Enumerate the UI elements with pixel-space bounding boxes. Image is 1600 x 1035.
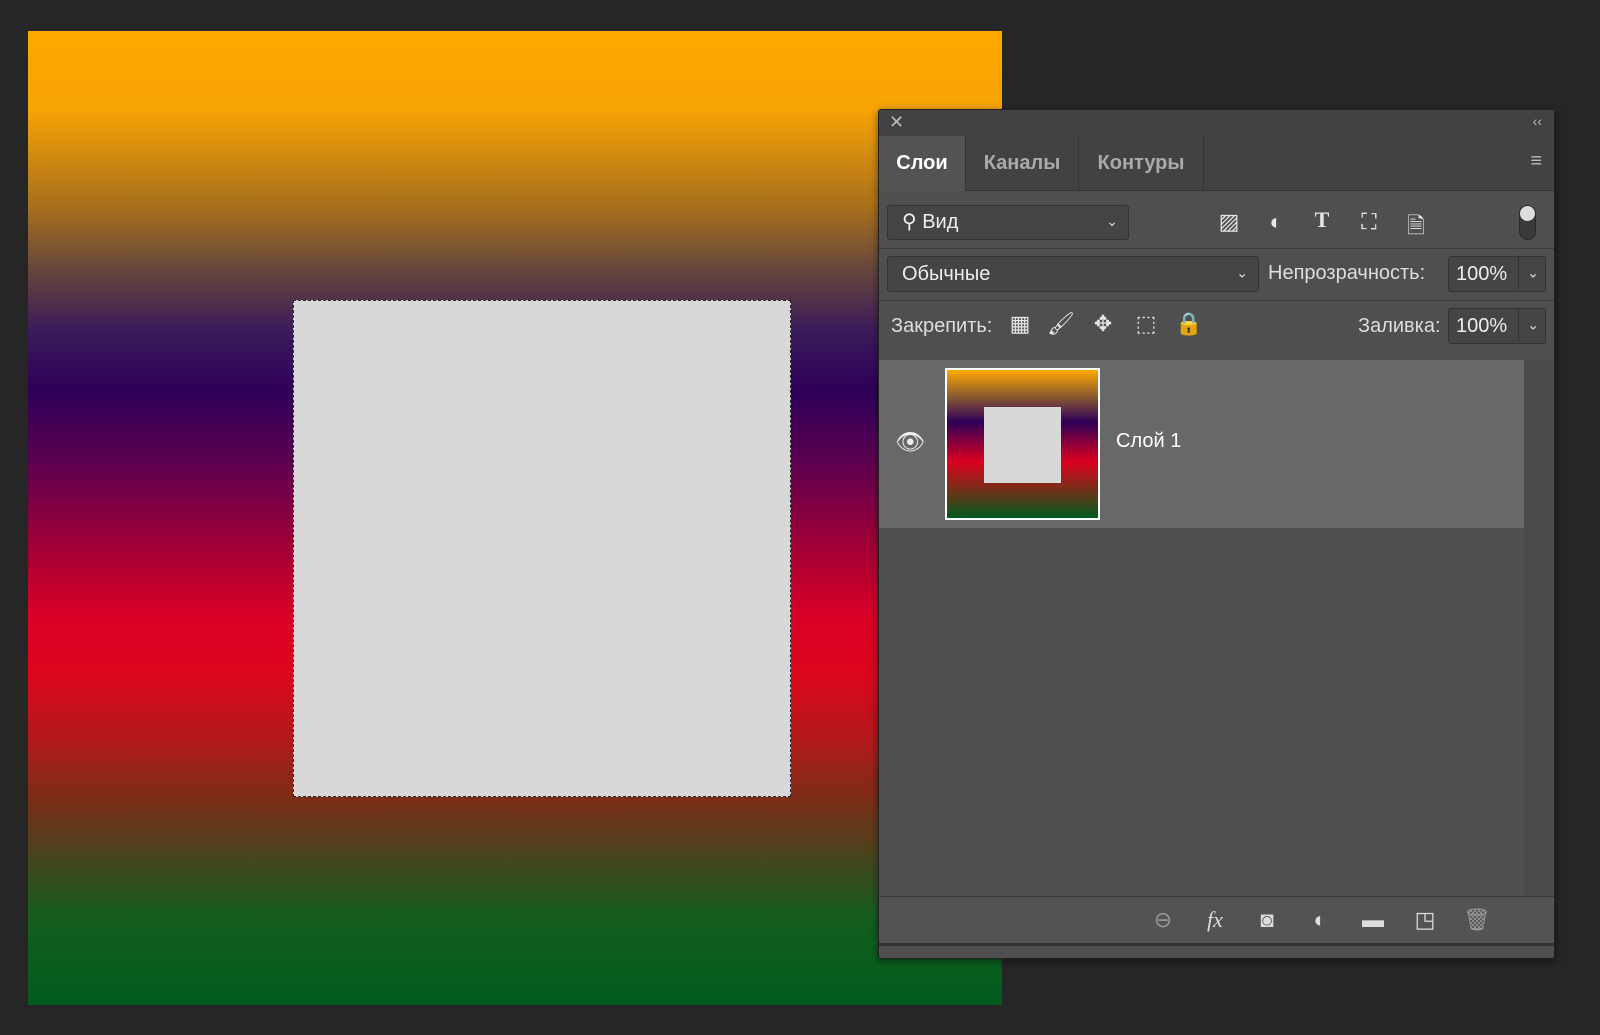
filter-toggle[interactable] <box>1519 205 1536 240</box>
document-canvas[interactable] <box>28 31 1002 1005</box>
add-mask-icon[interactable]: ◙ <box>1251 907 1283 933</box>
layer-thumbnail[interactable] <box>945 368 1100 520</box>
trash-icon[interactable]: 🗑 <box>1461 907 1493 933</box>
fill-input[interactable]: 100% ⌄ <box>1448 308 1546 344</box>
layer-name[interactable]: Слой 1 <box>1116 430 1181 453</box>
blend-mode-dropdown[interactable]: Обычные ⌄ <box>887 256 1259 292</box>
type-layer-filter-icon[interactable]: T <box>1307 207 1337 233</box>
selection-marquee[interactable] <box>293 300 791 797</box>
panel-footer: ⊖ fx ◙ ◐ ▬ ◳ 🗑 <box>879 896 1554 946</box>
layer-row[interactable]: 👁 Слой 1 <box>879 360 1524 528</box>
chevron-down-icon: ⌄ <box>1106 204 1118 237</box>
adjustment-layer-filter-icon[interactable]: ◐ <box>1261 209 1291 235</box>
blend-mode-value: Обычные <box>902 263 990 285</box>
lock-all-icon[interactable]: 🔒 <box>1174 311 1204 337</box>
lock-position-icon[interactable]: ✥ <box>1088 311 1118 337</box>
eye-icon[interactable]: 👁 <box>895 428 925 457</box>
lock-artboard-icon[interactable]: ⬚ <box>1131 311 1161 337</box>
new-layer-icon[interactable]: ◳ <box>1409 907 1441 933</box>
opacity-label: Непрозрачность: <box>1268 262 1425 285</box>
scrollbar[interactable] <box>1524 360 1554 896</box>
tab-paths[interactable]: Контуры <box>1079 136 1204 191</box>
fx-icon[interactable]: fx <box>1199 907 1231 933</box>
panel-tabs: Слои Каналы Контуры ≡ <box>879 136 1554 191</box>
adjustment-layer-icon[interactable]: ◐ <box>1304 907 1336 933</box>
fill-value: 100% <box>1456 315 1507 337</box>
tab-layers[interactable]: Слои <box>879 136 966 191</box>
tab-channels[interactable]: Каналы <box>966 136 1079 191</box>
lock-label: Закрепить: <box>891 315 992 338</box>
pixel-layer-filter-icon[interactable]: ▨ <box>1214 209 1244 235</box>
lock-transparent-pixels-icon[interactable]: ▦ <box>1005 311 1035 337</box>
fill-label: Заливка: <box>1358 315 1441 338</box>
new-group-folder-icon[interactable]: ▬ <box>1357 907 1389 933</box>
opacity-value: 100% <box>1456 263 1507 285</box>
panel-header: ✕ ‹‹ <box>879 110 1554 136</box>
layers-panel: ✕ ‹‹ Слои Каналы Контуры ≡ ⚲ Вид ⌄ ▨ ◐ T… <box>878 109 1555 959</box>
close-icon[interactable]: ✕ <box>889 112 904 133</box>
link-layers-icon[interactable]: ⊖ <box>1147 907 1179 933</box>
filter-dropdown[interactable]: ⚲ Вид ⌄ <box>887 205 1129 240</box>
panel-menu-icon[interactable]: ≡ <box>1530 150 1542 173</box>
chevron-down-icon[interactable]: ⌄ <box>1518 307 1539 341</box>
lock-image-pixels-icon[interactable]: 🖌 <box>1046 311 1076 337</box>
chevron-down-icon[interactable]: ⌄ <box>1518 255 1539 289</box>
shape-layer-filter-icon[interactable]: ⛶ <box>1354 209 1384 235</box>
chevron-down-icon: ⌄ <box>1236 255 1248 289</box>
smart-object-filter-icon[interactable]: 🗎 <box>1401 209 1431 247</box>
opacity-input[interactable]: 100% ⌄ <box>1448 256 1546 292</box>
collapse-icon[interactable]: ‹‹ <box>1533 113 1542 129</box>
search-icon: ⚲ <box>902 211 917 233</box>
filter-label: Вид <box>922 211 958 233</box>
